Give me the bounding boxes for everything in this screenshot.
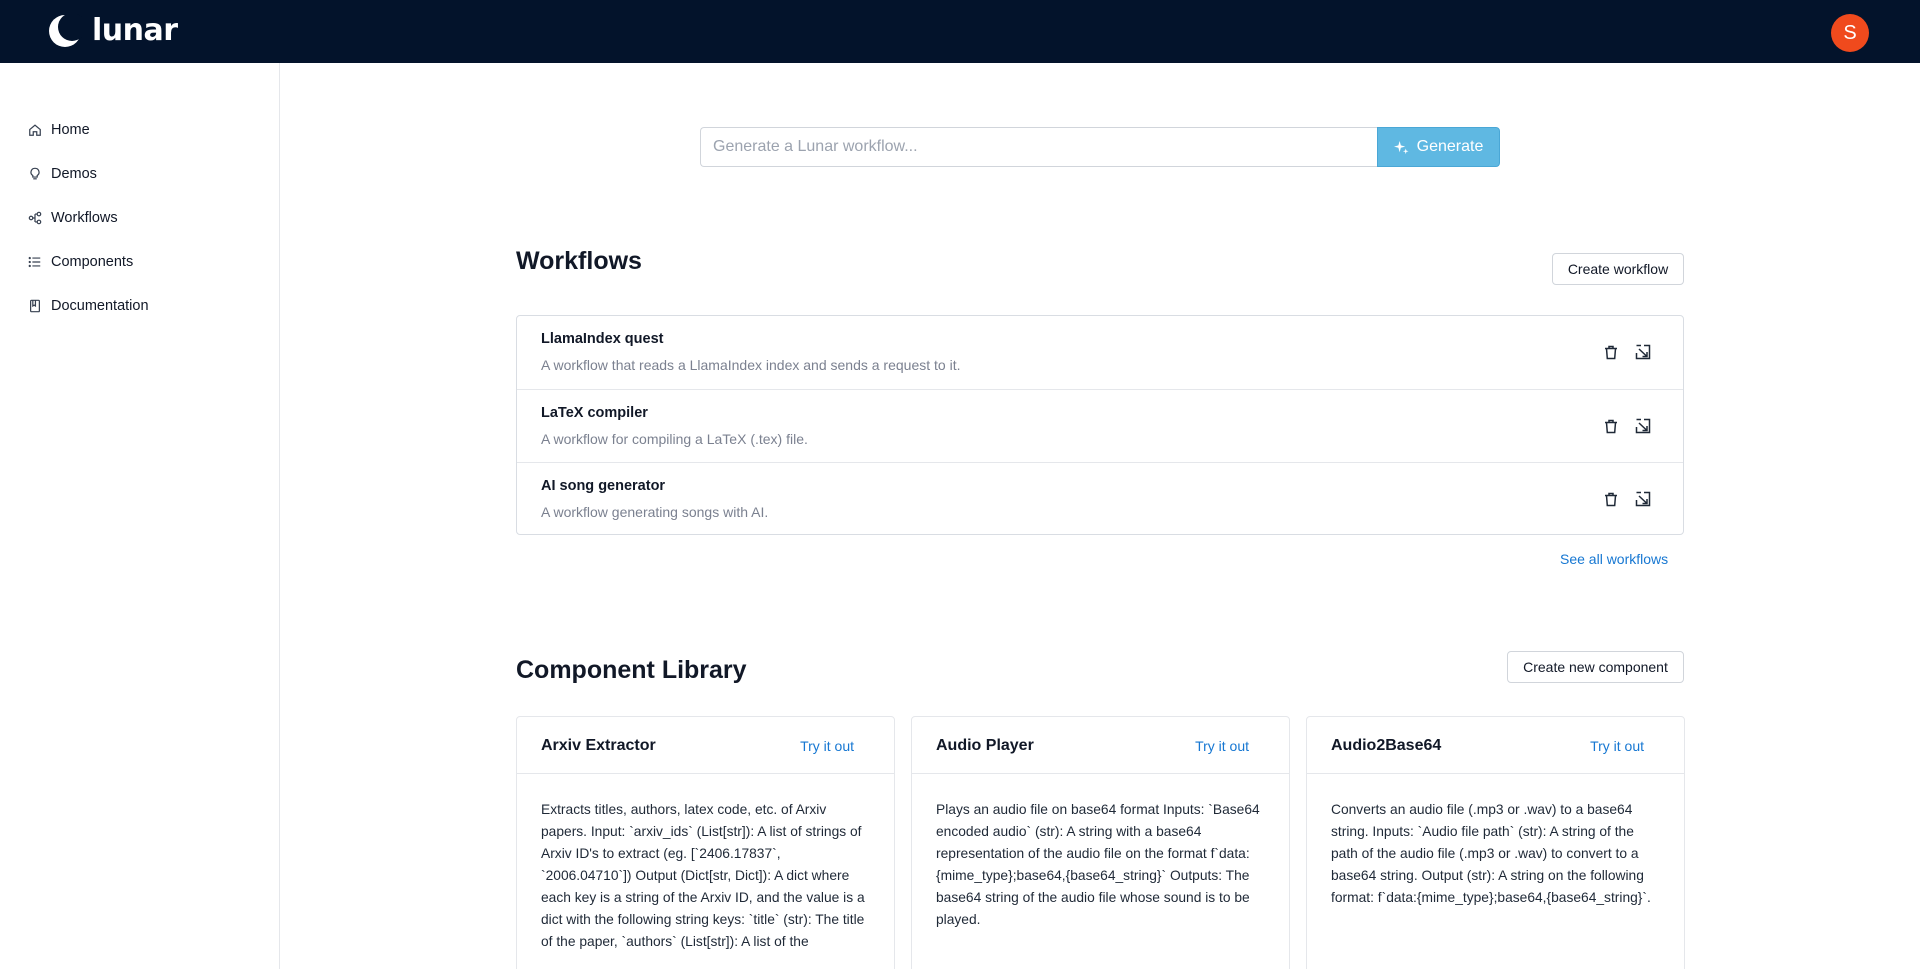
workflow-title: LaTeX compiler [541, 405, 648, 421]
workflow-row[interactable]: AI song generator A workflow generating … [517, 462, 1683, 535]
open-workflow-button[interactable] [1633, 416, 1653, 436]
open-editor-icon [1635, 491, 1651, 507]
open-editor-icon [1635, 418, 1651, 434]
create-workflow-button[interactable]: Create workflow [1552, 253, 1684, 285]
component-library-title: Component Library [516, 656, 747, 684]
component-description: Extracts titles, authors, latex code, et… [541, 802, 865, 949]
generate-workflow-input[interactable] [700, 127, 1377, 167]
component-card: Audio Player Try it out Plays an audio f… [911, 716, 1290, 969]
try-it-out-link[interactable]: Try it out [800, 738, 854, 754]
sidebar-item-label: Home [51, 122, 90, 138]
component-description: Converts an audio file (.mp3 or .wav) to… [1331, 802, 1651, 905]
sidebar-item-label: Workflows [51, 210, 118, 226]
home-icon [29, 124, 41, 136]
open-workflow-button[interactable] [1633, 489, 1653, 509]
create-component-button[interactable]: Create new component [1507, 651, 1684, 683]
trash-icon [1605, 419, 1617, 433]
sidebar: Home Demos Workflows Components Document… [0, 63, 280, 969]
workflow-description: A workflow that reads a LlamaIndex index… [541, 357, 961, 373]
component-title: Arxiv Extractor [541, 737, 656, 754]
workflow-row[interactable]: LaTeX compiler A workflow for compiling … [517, 389, 1683, 462]
sidebar-item-home[interactable]: Home [28, 119, 90, 141]
user-initial: S [1843, 21, 1857, 44]
workflows-title: Workflows [516, 247, 642, 275]
user-avatar[interactable]: S [1831, 14, 1869, 52]
delete-workflow-button[interactable] [1601, 489, 1621, 509]
component-title: Audio2Base64 [1331, 737, 1442, 754]
workflow-title: AI song generator [541, 478, 666, 494]
sidebar-item-workflows[interactable]: Workflows [28, 207, 118, 229]
component-card: Arxiv Extractor Try it out Extracts titl… [516, 716, 895, 969]
trash-icon [1605, 345, 1617, 359]
workflow-row[interactable]: LlamaIndex quest A workflow that reads a… [517, 316, 1683, 389]
generate-button[interactable]: Generate [1377, 127, 1500, 167]
open-workflow-button[interactable] [1633, 342, 1653, 362]
sidebar-item-documentation[interactable]: Documentation [28, 295, 149, 317]
brand-name: lunar [92, 13, 178, 48]
try-it-out-link[interactable]: Try it out [1590, 738, 1644, 754]
open-editor-icon [1635, 344, 1651, 360]
see-all-workflows-link[interactable]: See all workflows [1560, 551, 1668, 567]
component-card: Audio2Base64 Try it out Converts an audi… [1306, 716, 1685, 969]
workflow-list: LlamaIndex quest A workflow that reads a… [516, 315, 1684, 535]
sparkle-icon [1393, 140, 1409, 154]
sidebar-item-demos[interactable]: Demos [28, 163, 97, 185]
moon-icon [49, 14, 82, 47]
workflow-title: LlamaIndex quest [541, 331, 664, 347]
brand-logo[interactable]: lunar [48, 14, 178, 48]
sidebar-item-label: Components [51, 254, 134, 270]
list-icon [28, 256, 41, 268]
sidebar-item-label: Documentation [51, 298, 149, 314]
component-description: Plays an audio file on base64 format Inp… [936, 802, 1260, 927]
workflow-description: A workflow for compiling a LaTeX (.tex) … [541, 431, 808, 447]
try-it-out-link[interactable]: Try it out [1195, 738, 1249, 754]
delete-workflow-button[interactable] [1601, 342, 1621, 362]
book-icon [30, 299, 40, 313]
top-bar: lunar S [0, 0, 1920, 63]
component-title: Audio Player [936, 737, 1034, 754]
workflow-icon [28, 211, 42, 225]
generate-button-label: Generate [1416, 138, 1484, 155]
workflow-description: A workflow generating songs with AI. [541, 504, 769, 520]
sidebar-item-components[interactable]: Components [28, 251, 133, 273]
component-card-header: Audio Player Try it out [912, 717, 1289, 774]
lightbulb-icon [30, 167, 40, 180]
delete-workflow-button[interactable] [1601, 416, 1621, 436]
trash-icon [1605, 492, 1617, 506]
sidebar-item-label: Demos [51, 166, 97, 182]
component-card-header: Arxiv Extractor Try it out [517, 717, 894, 774]
component-card-header: Audio2Base64 Try it out [1307, 717, 1684, 774]
